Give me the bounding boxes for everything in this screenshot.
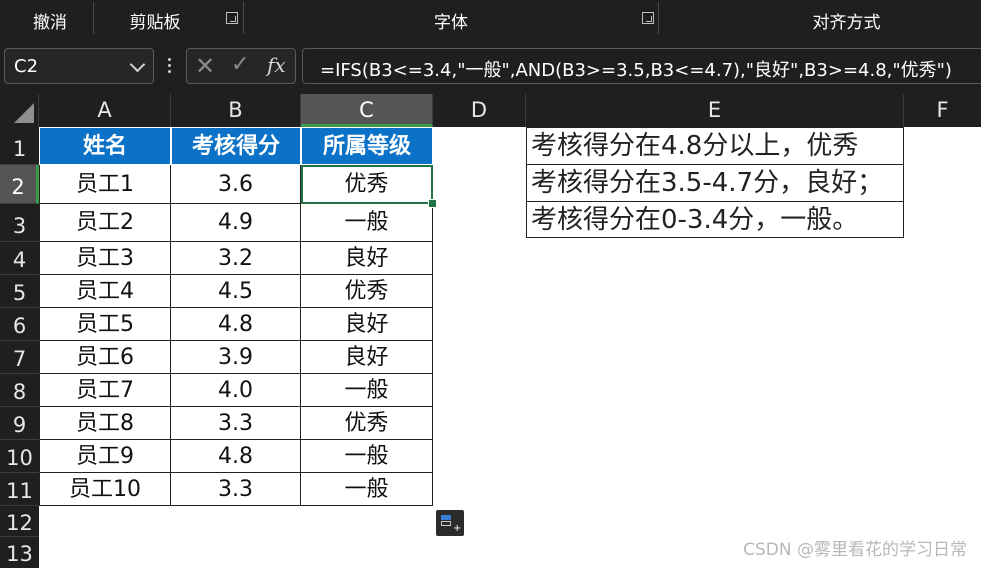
cell-b8[interactable]: 4.0: [171, 374, 301, 407]
cell-a3[interactable]: 员工2: [39, 204, 171, 242]
formula-input[interactable]: =IFS(B3<=3.4,"一般",AND(B3>=3.5,B3<=4.7),"…: [302, 48, 981, 84]
clipboard-launcher-icon[interactable]: [226, 12, 238, 24]
row-header-3[interactable]: 3: [0, 204, 39, 242]
clipboard-group-label: 剪贴板: [129, 13, 181, 33]
cell-b2[interactable]: 3.6: [171, 165, 301, 204]
cell-c3[interactable]: 一般: [301, 204, 433, 242]
cell-a11[interactable]: 员工10: [39, 473, 171, 506]
cell-a7[interactable]: 员工6: [39, 341, 171, 374]
note-average[interactable]: 考核得分在0-3.4分，一般。: [526, 201, 904, 238]
font-launcher-icon[interactable]: [642, 12, 654, 24]
note-good[interactable]: 考核得分在3.5-4.7分，良好；: [526, 164, 904, 201]
alignment-group-label: 对齐方式: [812, 13, 881, 33]
notes-box: 考核得分在4.8分以上，优秀 考核得分在3.5-4.7分，良好； 考核得分在0-…: [526, 127, 904, 238]
cell-b4[interactable]: 3.2: [171, 242, 301, 275]
clipboard-group[interactable]: 剪贴板: [100, 0, 240, 40]
cell-b3[interactable]: 4.9: [171, 204, 301, 242]
cell-c9[interactable]: 优秀: [301, 407, 433, 440]
insert-function-icon[interactable]: fx: [267, 53, 286, 77]
name-box-value: C2: [14, 56, 39, 77]
cell-b10[interactable]: 4.8: [171, 440, 301, 473]
cell-a10[interactable]: 员工9: [39, 440, 171, 473]
ribbon: 撤消 剪贴板 字体 对齐方式: [0, 0, 981, 40]
cell-c6[interactable]: 良好: [301, 308, 433, 341]
row-header-7[interactable]: 7: [0, 341, 39, 374]
column-header-c[interactable]: C: [301, 94, 433, 127]
header-score[interactable]: 考核得分: [171, 127, 301, 165]
row-header-10[interactable]: 10: [0, 440, 39, 473]
cell-a8[interactable]: 员工7: [39, 374, 171, 407]
undo-group[interactable]: 撤消: [0, 0, 100, 40]
row-header-1[interactable]: 1: [0, 127, 39, 165]
cell-c4[interactable]: 良好: [301, 242, 433, 275]
cell-c5[interactable]: 优秀: [301, 275, 433, 308]
row-header-4[interactable]: 4: [0, 242, 39, 275]
formula-bar: C2 ✕ ✓ fx =IFS(B3<=3.4,"一般",AND(B3>=3.5,…: [0, 40, 981, 94]
formula-text: =IFS(B3<=3.4,"一般",AND(B3>=3.5,B3<=4.7),"…: [320, 60, 952, 81]
font-group[interactable]: 字体: [244, 0, 658, 40]
column-header-b[interactable]: B: [171, 94, 301, 127]
cell-a4[interactable]: 员工3: [39, 242, 171, 275]
column-header-f[interactable]: F: [904, 94, 981, 127]
cell-b11[interactable]: 3.3: [171, 473, 301, 506]
undo-group-label: 撤消: [33, 13, 67, 33]
chevron-down-icon[interactable]: [129, 56, 146, 73]
active-cell-border: [301, 165, 433, 204]
cancel-icon[interactable]: ✕: [195, 52, 215, 80]
ribbon-separator: [93, 2, 94, 34]
cell-b6[interactable]: 4.8: [171, 308, 301, 341]
quick-analysis-icon[interactable]: +: [436, 510, 464, 536]
name-box[interactable]: C2: [4, 48, 154, 84]
cell-c7[interactable]: 良好: [301, 341, 433, 374]
row-header-12[interactable]: 12: [0, 506, 39, 537]
header-name[interactable]: 姓名: [39, 127, 171, 165]
header-grade[interactable]: 所属等级: [301, 127, 433, 165]
row-header-5[interactable]: 5: [0, 275, 39, 308]
cell-a2[interactable]: 员工1: [39, 165, 171, 204]
cell-a5[interactable]: 员工4: [39, 275, 171, 308]
cell-b5[interactable]: 4.5: [171, 275, 301, 308]
cell-c10[interactable]: 一般: [301, 440, 433, 473]
column-header-e[interactable]: E: [526, 94, 904, 127]
watermark: CSDN @雾里看花的学习日常: [743, 540, 967, 560]
alignment-group[interactable]: 对齐方式: [659, 0, 981, 40]
select-all-corner[interactable]: [0, 94, 39, 127]
row-header-8[interactable]: 8: [0, 374, 39, 407]
row-header-6[interactable]: 6: [0, 308, 39, 341]
cell-b7[interactable]: 3.9: [171, 341, 301, 374]
column-header-d[interactable]: D: [433, 94, 526, 127]
cell-c11[interactable]: 一般: [301, 473, 433, 506]
fill-handle[interactable]: [428, 199, 437, 208]
cell-a6[interactable]: 员工5: [39, 308, 171, 341]
row-header-11[interactable]: 11: [0, 473, 39, 506]
row-header-13[interactable]: 13: [0, 537, 39, 568]
note-excellent[interactable]: 考核得分在4.8分以上，优秀: [526, 127, 904, 164]
formula-controls: ✕ ✓ fx: [186, 48, 296, 84]
enter-icon[interactable]: ✓: [231, 52, 249, 77]
more-options-icon[interactable]: [168, 58, 172, 76]
column-header-a[interactable]: A: [39, 94, 171, 127]
row-header-9[interactable]: 9: [0, 407, 39, 440]
row-header-2[interactable]: 2: [0, 165, 39, 204]
cell-b9[interactable]: 3.3: [171, 407, 301, 440]
cell-a9[interactable]: 员工8: [39, 407, 171, 440]
font-group-label: 字体: [434, 13, 468, 33]
cell-c8[interactable]: 一般: [301, 374, 433, 407]
